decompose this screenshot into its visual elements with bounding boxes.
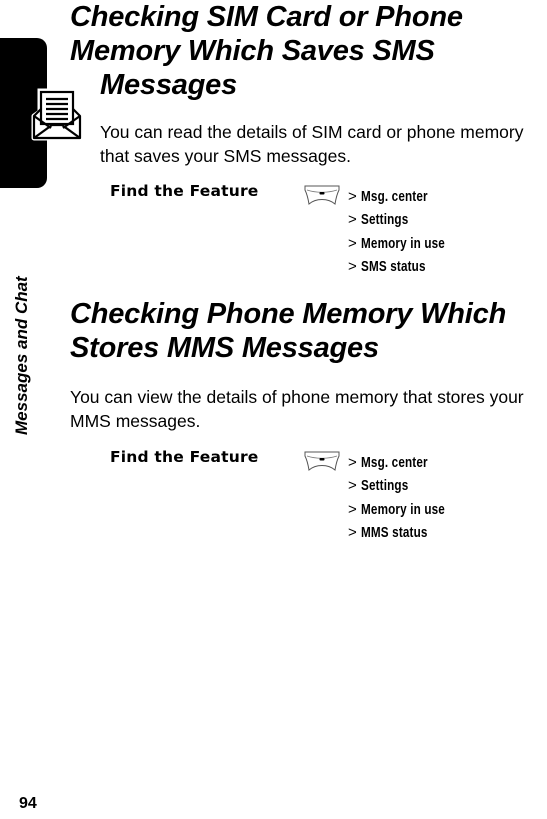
menu-path-item: Settings	[360, 477, 409, 495]
menu-key-icon	[304, 451, 340, 471]
menu-path-item: Msg. center	[360, 188, 428, 205]
menu-path-step: > Settings	[348, 208, 468, 231]
page-number: 94	[19, 795, 37, 812]
find-feature-label: Find the Feature	[110, 448, 259, 466]
menu-key-icon	[304, 185, 340, 205]
menu-path-item: SMS status	[360, 257, 426, 275]
chapter-label: Messages and Chat	[10, 195, 40, 455]
section-body-mms: You can view the details of phone memory…	[70, 387, 524, 431]
menu-path-step: > Msg. center	[348, 185, 468, 208]
menu-path-mms: > Msg. center > Settings > Memory in use > M…	[348, 451, 468, 544]
section-title-mms: Checking Phone Memory Which Stores MMS M…	[70, 298, 507, 364]
menu-path-step: > Memory in use	[348, 232, 468, 255]
section-title-sms-line1: Checking SIM Card or Phone Memory Which …	[70, 1, 463, 67]
menu-path-item: MMS status	[360, 523, 428, 541]
chapter-label-text: Messages and Chat	[12, 276, 31, 435]
section-title-sms-line2: Messages	[100, 69, 238, 101]
menu-path-item: Memory in use	[360, 234, 445, 252]
menu-path-item: Settings	[360, 211, 409, 229]
section-title-sms: Checking SIM Card or Phone Memory Which …	[70, 0, 540, 102]
menu-path-step: > Settings	[348, 474, 468, 497]
menu-path-step: > Msg. center	[348, 451, 468, 474]
menu-path-step: > Memory in use	[348, 498, 468, 521]
menu-path-item: Msg. center	[360, 454, 428, 471]
menu-path-sms: > Msg. center > Settings > Memory in use > S…	[348, 185, 468, 278]
menu-path-item: Memory in use	[360, 500, 445, 518]
menu-path-step: > SMS status	[348, 255, 468, 278]
menu-path-step: > MMS status	[348, 521, 468, 544]
find-feature-label: Find the Feature	[110, 182, 259, 200]
section-body-sms: You can read the details of SIM card or …	[100, 122, 524, 166]
